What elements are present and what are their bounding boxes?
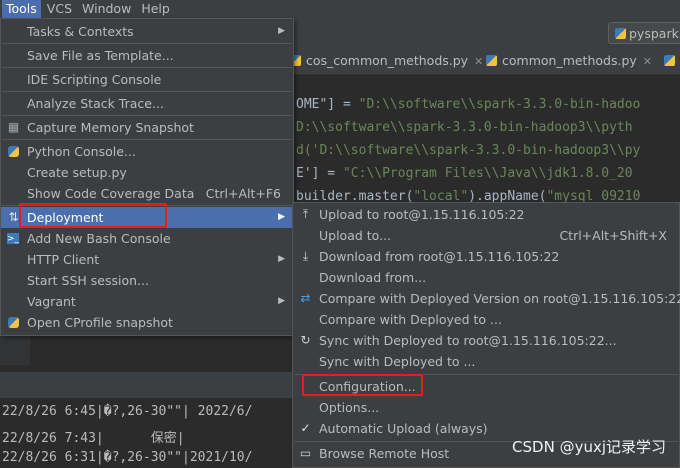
menu-vcs[interactable]: VCS: [43, 0, 76, 18]
menu-item-tasks-contexts[interactable]: Tasks & Contexts ▶: [1, 21, 293, 42]
tab-common-methods[interactable]: common_methods.py ✕: [482, 48, 652, 74]
deployment-submenu: ⤒ Upload to root@1.15.116.105:22 Upload t…: [292, 202, 680, 468]
menu-item-upload-to-root[interactable]: ⤒ Upload to root@1.15.116.105:22: [293, 204, 679, 225]
console-line: 22/8/26 6:31|�?,26-30""|2021/10/: [2, 450, 253, 465]
menu-item-add-new-bash-console[interactable]: >_ Add New Bash Console: [1, 228, 293, 249]
upload-icon: ⤒: [302, 207, 309, 221]
compare-icon: ⇄: [300, 291, 311, 305]
close-icon[interactable]: ✕: [643, 55, 652, 68]
python-file-icon: [664, 55, 675, 66]
tools-menu: Tasks & Contexts ▶ Save File as Template.…: [0, 18, 294, 336]
cprofile-icon: [8, 317, 19, 328]
submenu-arrow-icon: ▶: [278, 296, 285, 306]
menu-separator: [2, 91, 292, 92]
python-icon: [615, 28, 626, 39]
menu-item-create-setup-py[interactable]: Create setup.py: [1, 162, 293, 183]
python-console-icon: [8, 146, 19, 157]
code-line: OME"] = "D:\\software\\spark-3.3.0-bin-h…: [296, 97, 641, 112]
menu-tools[interactable]: Tools: [2, 0, 41, 18]
menu-separator: [2, 115, 292, 116]
menu-item-ide-scripting-console[interactable]: IDE Scripting Console: [1, 69, 293, 90]
python-file-icon: [486, 55, 497, 66]
menu-window[interactable]: Window: [78, 0, 135, 18]
menu-item-download-from[interactable]: Download from...: [293, 267, 679, 288]
menu-item-compare-with-deployed-version[interactable]: ⇄ Compare with Deployed Version on root@1…: [293, 288, 680, 309]
submenu-arrow-icon: ▶: [278, 254, 285, 264]
menu-item-options[interactable]: Options...: [293, 397, 679, 418]
code-line: E'] = "C:\\Program Files\\Java\\jdk1.8.0…: [296, 166, 633, 181]
editor-tabs: cos_common_methods.py ✕ common_methods.py…: [290, 48, 680, 75]
shortcut-label: Ctrl+Alt+Shift+X: [559, 228, 667, 243]
menu-help[interactable]: Help: [137, 0, 174, 18]
code-line: D:\\software\\spark-3.3.0-bin-hadoop3\\p…: [296, 120, 633, 135]
sync-icon: ↻: [300, 333, 311, 347]
menu-separator: [2, 43, 292, 44]
checkmark-icon: ✓: [300, 421, 311, 435]
remote-host-icon: ▭: [299, 446, 312, 460]
console-line: 22/8/26 6:45|�?,26-30""| 2022/6/: [2, 404, 253, 419]
tab-label: common_methods.py: [502, 53, 637, 68]
shortcut-label: Ctrl+Alt+F6: [205, 186, 281, 201]
download-icon: ⤓: [302, 249, 309, 263]
submenu-arrow-icon: ▶: [278, 212, 285, 222]
menu-item-http-client[interactable]: HTTP Client ▶: [1, 249, 293, 270]
run-config-label: pyspark: [629, 26, 679, 41]
menu-item-analyze-stack-trace[interactable]: Analyze Stack Trace...: [1, 93, 293, 114]
run-configuration-selector[interactable]: pyspark: [608, 22, 680, 44]
bash-console-icon: >_: [7, 233, 20, 244]
memory-snapshot-icon: ▦: [7, 120, 20, 134]
menu-item-download-from-root[interactable]: ⤓ Download from root@1.15.116.105:22: [293, 246, 679, 267]
menu-item-start-ssh-session[interactable]: Start SSH session...: [1, 270, 293, 291]
menu-item-python-console[interactable]: Python Console...: [1, 141, 293, 162]
highlight-box-deployment: [19, 203, 167, 228]
menu-item-open-cprofile-snapshot[interactable]: Open CProfile snapshot: [1, 312, 293, 333]
highlight-box-configuration: [302, 374, 423, 396]
submenu-arrow-icon: ▶: [278, 26, 285, 36]
menu-item-capture-memory-snapshot[interactable]: ▦ Capture Memory Snapshot: [1, 117, 293, 138]
menu-item-vagrant[interactable]: Vagrant ▶: [1, 291, 293, 312]
console-line: 22/8/26 7:43| 保密|: [2, 431, 185, 446]
tab-label: cos_common_methods.py: [306, 53, 469, 68]
menu-item-compare-with-deployed-to[interactable]: Compare with Deployed to ...: [293, 309, 679, 330]
tab-cos-common-methods[interactable]: cos_common_methods.py ✕: [286, 48, 483, 74]
menu-separator: [2, 67, 292, 68]
watermark: CSDN @yuxj记录学习: [512, 438, 666, 456]
tab-truncated[interactable]: c: [660, 48, 680, 74]
menu-item-show-code-coverage-data[interactable]: Show Code Coverage Data Ctrl+Alt+F6: [1, 183, 293, 204]
menu-separator: [2, 139, 292, 140]
menu-item-sync-with-deployed-to[interactable]: Sync with Deployed to ...: [293, 351, 679, 372]
menu-item-upload-to[interactable]: Upload to... Ctrl+Alt+Shift+X: [293, 225, 679, 246]
menu-bar: Tools VCS Window Help: [0, 0, 680, 18]
menu-item-sync-with-deployed-to-root[interactable]: ↻ Sync with Deployed to root@1.15.116.105…: [293, 330, 679, 351]
menu-item-save-file-as-template[interactable]: Save File as Template...: [1, 45, 293, 66]
code-line: d('D:\\software\\spark-3.3.0-bin-hadoop3…: [296, 143, 641, 158]
